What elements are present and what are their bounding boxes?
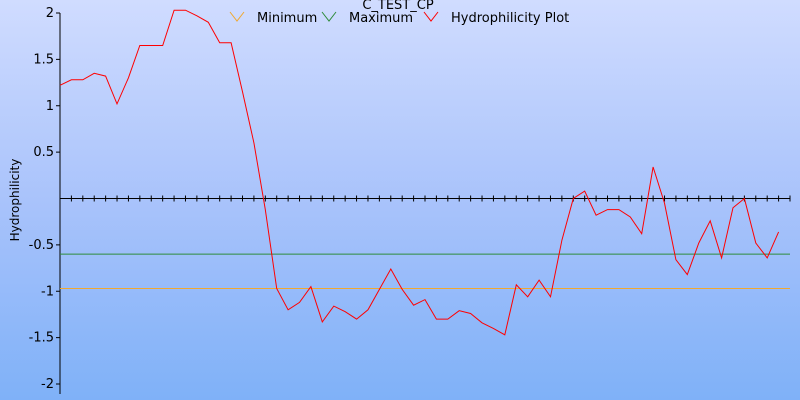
legend-swatch: [423, 11, 439, 22]
y-tick-label: -2: [41, 377, 54, 392]
hydrophilicity-chart: 21.510.5-0.5-1-1.5-2HydrophilicityC_TEST…: [8, 0, 791, 394]
legend-label: Minimum: [257, 11, 317, 26]
y-tick-label: -0.5: [29, 238, 54, 253]
y-axis-title: Hydrophilicity: [8, 159, 22, 242]
y-tick-label: 0.5: [33, 145, 54, 160]
y-tick-label: 2: [46, 6, 54, 21]
y-tick-label: 1.5: [33, 52, 54, 67]
legend-label: Maximum: [349, 11, 413, 26]
y-tick-label: -1.5: [29, 331, 54, 346]
series-hydrophilicity-line: [59, 9, 780, 336]
chart-root: 2 1.5 1 0.5 -0.5 -1 -1.5 -2 Hydrophilicity C_TEST…: [0, 0, 800, 400]
y-tick-label: 1: [46, 99, 54, 114]
legend-swatch: [321, 11, 337, 22]
y-tick-label: -1: [41, 284, 54, 299]
legend-swatch: [229, 11, 245, 22]
legend-label: Hydrophilicity Plot: [451, 11, 569, 26]
